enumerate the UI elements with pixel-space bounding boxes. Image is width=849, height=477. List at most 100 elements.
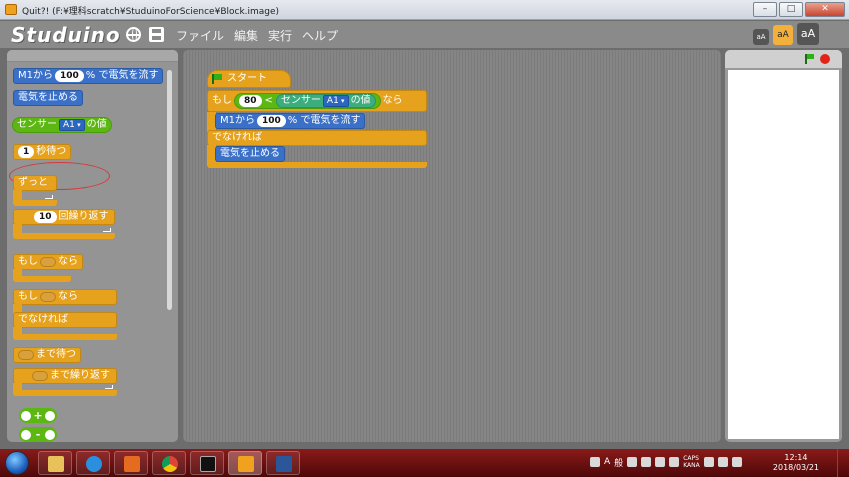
loop-arrow-icon	[105, 385, 113, 389]
start-hat-block[interactable]: スタート	[207, 70, 291, 88]
taskbar-command-prompt[interactable]	[190, 451, 224, 475]
palette-motor-block[interactable]: M1から 100 % で電気を流す	[13, 68, 164, 84]
tray-icon[interactable]	[590, 457, 600, 467]
globe-icon[interactable]	[126, 27, 141, 42]
palette-ifelse-block[interactable]: もし なら	[13, 289, 117, 305]
compare-value-input[interactable]: 80	[239, 95, 262, 107]
block-palette: M1から 100 % で電気を流す 電気を止める センサー A1 の値 1 秒待…	[7, 50, 178, 442]
help-icon[interactable]	[669, 457, 680, 467]
studuino-logo: Studuino	[11, 23, 121, 47]
wait-seconds-input[interactable]: 1	[18, 146, 35, 158]
operand-left[interactable]	[21, 410, 31, 421]
condition-slot[interactable]	[18, 350, 34, 360]
menu-edit[interactable]: 編集	[234, 27, 258, 44]
start-button[interactable]	[5, 451, 29, 475]
script-motor-block[interactable]: M1から 100 % で電気を流す	[215, 113, 366, 129]
condition-slot[interactable]	[40, 292, 56, 302]
palette-repeat-until-block[interactable]: まで繰り返す	[13, 368, 117, 384]
stage-panel	[725, 50, 842, 442]
system-tray: A 般 CAPS KANA	[590, 455, 742, 469]
palette-add-block[interactable]: +	[19, 408, 57, 423]
sensor-port-dropdown[interactable]: A1	[59, 119, 85, 131]
palette-if-block[interactable]: もし なら	[13, 254, 83, 270]
block-size-controls: aA aA aA	[753, 23, 819, 45]
operand-right[interactable]	[44, 429, 55, 440]
network-icon[interactable]	[717, 457, 728, 467]
maximize-button[interactable]: □	[779, 2, 803, 17]
tray-icon[interactable]	[641, 457, 652, 467]
repeat-count-input[interactable]: 10	[34, 211, 57, 223]
loop-arrow-icon	[45, 195, 53, 199]
palette-sensor-block[interactable]: センサー A1 の値	[12, 117, 112, 133]
ifelse-foot	[13, 334, 117, 340]
palette-forever-block[interactable]: ずっと	[13, 175, 57, 191]
palette-repeat-block[interactable]: 10 回繰り返す	[13, 209, 115, 225]
show-desktop-button[interactable]	[837, 449, 849, 477]
window-title: Quit?! (F:¥理科scratch¥StuduinoForScience¥…	[22, 7, 280, 17]
motor-power-input[interactable]: 100	[257, 115, 286, 127]
medium-size-button[interactable]: aA	[773, 25, 793, 45]
green-flag-icon	[212, 74, 223, 84]
taskbar-chrome[interactable]	[152, 451, 186, 475]
operand-left[interactable]	[21, 429, 31, 440]
palette-subtract-block[interactable]: -	[19, 427, 57, 442]
tray-icon[interactable]	[655, 457, 666, 467]
stop-icon[interactable]	[820, 54, 830, 64]
window-controls: – □ ✕	[753, 2, 845, 17]
folder-icon	[48, 456, 64, 472]
window-titlebar: Quit?! (F:¥理科scratch¥StuduinoForScience¥…	[0, 0, 849, 20]
palette-else-label: でなければ	[13, 312, 117, 328]
taskbar-studuino[interactable]	[228, 451, 262, 475]
menu-bar: ファイル 編集 実行 ヘルプ	[176, 27, 338, 44]
menu-run[interactable]: 実行	[268, 27, 292, 44]
menu-file[interactable]: ファイル	[176, 27, 224, 44]
script-area[interactable]: スタート もし 80 < センサー A1 の値 なら M1から 100 % で電…	[183, 50, 721, 442]
loop-arrow-icon	[103, 228, 111, 232]
operand-right[interactable]	[45, 410, 55, 421]
taskbar-explorer[interactable]	[38, 451, 72, 475]
palette-scrollbar[interactable]	[167, 70, 172, 310]
menu-help[interactable]: ヘルプ	[302, 27, 338, 44]
palette-wait-block[interactable]: 1 秒待つ	[13, 144, 72, 160]
clock[interactable]: 12:14 2018/03/21	[773, 453, 819, 473]
media-player-icon	[124, 456, 140, 472]
app-icon	[5, 4, 17, 15]
repeat-foot	[13, 233, 115, 239]
green-flag-icon[interactable]	[805, 54, 814, 64]
sensor-value-reporter[interactable]: センサー A1 の値	[275, 94, 376, 108]
tray-icon[interactable]	[703, 457, 714, 467]
taskbar-internet-explorer[interactable]	[76, 451, 110, 475]
large-size-button[interactable]: aA	[797, 23, 819, 45]
script-ifelse-block[interactable]: もし 80 < センサー A1 の値 なら	[207, 90, 427, 112]
ime-mode[interactable]: A	[604, 457, 610, 467]
sensor-port-dropdown[interactable]: A1	[322, 95, 349, 107]
motor-power-input[interactable]: 100	[55, 70, 84, 82]
taskbar-word[interactable]	[266, 451, 300, 475]
if-foot	[13, 276, 71, 282]
script-stop-block[interactable]: 電気を止める	[215, 146, 285, 162]
condition-slot[interactable]	[40, 257, 56, 267]
minimize-button[interactable]: –	[753, 2, 777, 17]
close-button[interactable]: ✕	[805, 2, 845, 17]
save-icon[interactable]	[149, 27, 164, 42]
small-size-button[interactable]: aA	[753, 29, 769, 45]
tray-icon[interactable]	[627, 457, 638, 467]
palette-stop-block[interactable]: 電気を止める	[13, 90, 83, 106]
script-else-label: でなければ	[207, 130, 427, 146]
taskbar: A 般 CAPS KANA 12:14 2018/03/21	[0, 449, 849, 477]
app-header: Studuino ファイル 編集 実行 ヘルプ aA aA aA	[0, 21, 849, 48]
less-than-operator[interactable]: 80 < センサー A1 の値	[234, 93, 381, 109]
repeat-until-foot	[13, 390, 117, 396]
palette-wait-until-block[interactable]: まで待つ	[13, 347, 81, 363]
ifelse-foot	[207, 162, 427, 168]
clock-time: 12:14	[784, 453, 808, 462]
stage-canvas[interactable]	[728, 70, 839, 439]
condition-slot[interactable]	[32, 371, 48, 381]
word-icon	[276, 456, 292, 472]
ime-label[interactable]: 般	[614, 456, 623, 469]
clock-date: 2018/03/21	[772, 463, 819, 472]
taskbar-media-player[interactable]	[114, 451, 148, 475]
terminal-icon	[200, 456, 216, 472]
volume-icon[interactable]	[731, 457, 742, 467]
palette-header	[7, 50, 178, 62]
